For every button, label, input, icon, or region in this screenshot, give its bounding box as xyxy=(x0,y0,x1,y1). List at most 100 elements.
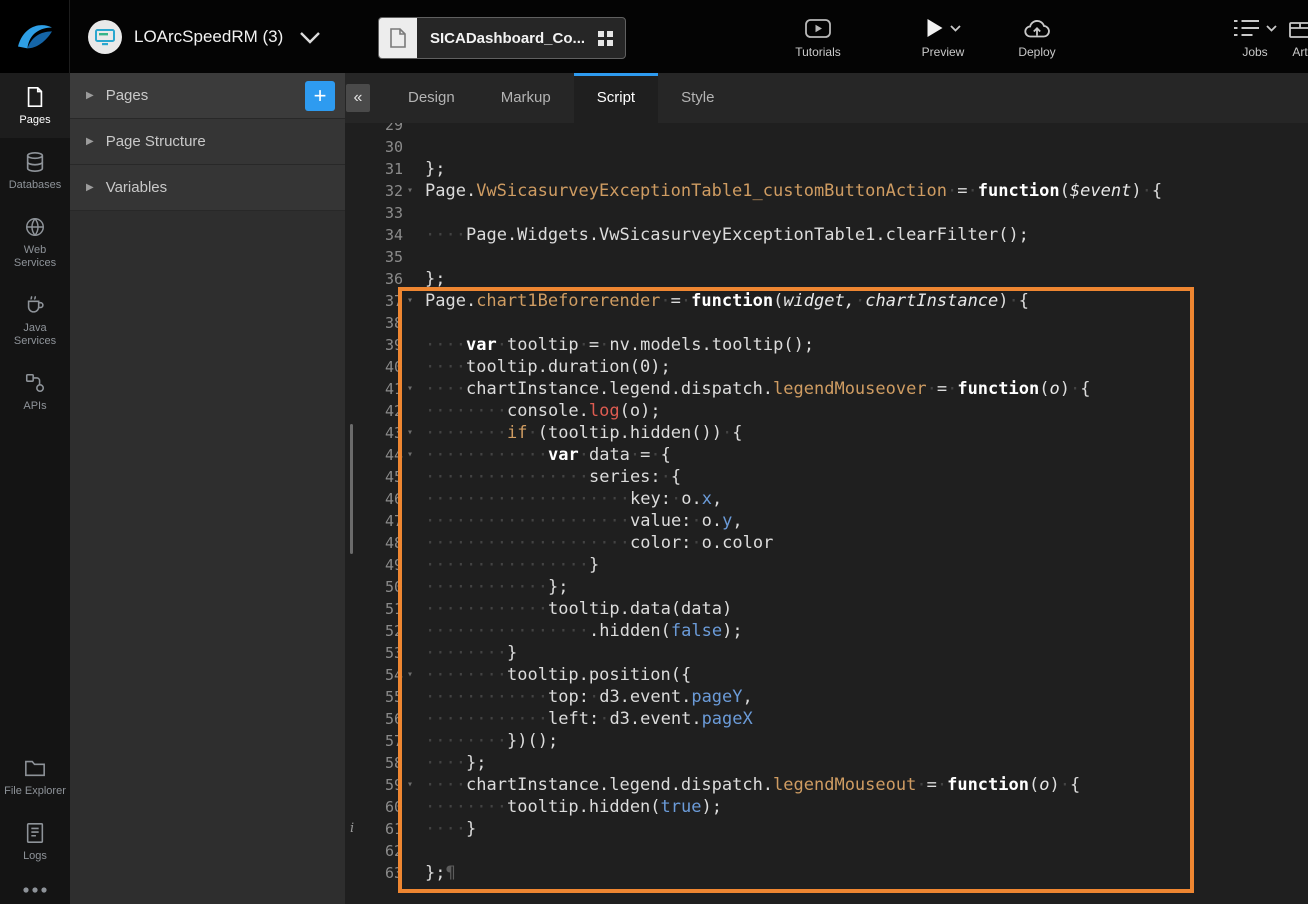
code-text: ············tooltip.data(data) xyxy=(425,599,732,619)
fold-arrow-icon[interactable]: ▾ xyxy=(407,290,413,312)
tab-markup[interactable]: Markup xyxy=(478,73,574,123)
rail-item-databases[interactable]: Databases xyxy=(0,138,70,203)
tutorials-button[interactable]: Tutorials xyxy=(780,16,856,59)
code-line[interactable]: 42········console.log(o); xyxy=(345,400,1308,422)
rail-item-apis[interactable]: APIs xyxy=(0,359,70,424)
code-line[interactable]: 40····tooltip.duration(0); xyxy=(345,356,1308,378)
code-line[interactable]: 39····var·tooltip·=·nv.models.tooltip(); xyxy=(345,334,1308,356)
code-line[interactable]: 56············left:·d3.event.pageX xyxy=(345,708,1308,730)
tutorials-icon xyxy=(805,19,831,38)
code-line[interactable]: 35 xyxy=(345,246,1308,268)
code-line[interactable]: 37▾Page.chart1Beforerender·=·function(wi… xyxy=(345,290,1308,312)
code-line[interactable]: 29 xyxy=(345,123,1308,136)
line-number: 59 xyxy=(345,774,403,796)
web-services-icon xyxy=(24,216,46,238)
preview-icon xyxy=(926,18,944,38)
line-number: 44 xyxy=(345,444,403,466)
wavemaker-logo[interactable] xyxy=(0,0,70,73)
code-line[interactable]: 41▾····chartInstance.legend.dispatch.leg… xyxy=(345,378,1308,400)
rail-item-label: APIs xyxy=(23,400,46,413)
fold-arrow-icon[interactable]: ▾ xyxy=(407,444,413,466)
expander-triangle-icon[interactable]: ▶ xyxy=(86,90,94,101)
rail-item-label: Java Services xyxy=(2,322,68,348)
line-number: 62 xyxy=(345,840,403,862)
preview-button[interactable]: Preview xyxy=(905,16,981,59)
editor-scrollbar-thumb[interactable] xyxy=(350,424,353,554)
rail-item-java-services[interactable]: Java Services xyxy=(0,281,70,359)
code-line[interactable]: 63};¶ xyxy=(345,862,1308,884)
code-line[interactable]: 60········tooltip.hidden(true); xyxy=(345,796,1308,818)
tab-design[interactable]: Design xyxy=(385,73,478,123)
code-text: ········tooltip.hidden(true); xyxy=(425,797,722,817)
line-number: 53 xyxy=(345,642,403,664)
panel-section-variables[interactable]: ▶Variables xyxy=(70,165,345,211)
code-editor[interactable]: 293031};32▾Page.VwSicasurveyExceptionTab… xyxy=(345,123,1308,904)
rail-item-more[interactable] xyxy=(0,874,70,904)
wave-logo-icon xyxy=(16,20,54,54)
fold-arrow-icon[interactable]: ▾ xyxy=(407,664,413,686)
add-page-button[interactable]: + xyxy=(305,81,335,111)
tab-style[interactable]: Style xyxy=(658,73,737,123)
deploy-button[interactable]: Deploy xyxy=(999,16,1075,59)
action-label: Preview xyxy=(922,45,965,59)
code-line[interactable]: 38 xyxy=(345,312,1308,334)
page-tab[interactable]: SICADashboard_Co... xyxy=(378,17,626,59)
code-line[interactable]: 62 xyxy=(345,840,1308,862)
expander-triangle-icon: ▶ xyxy=(86,136,94,147)
tab-script[interactable]: Script xyxy=(574,73,658,123)
code-text: ················series:·{ xyxy=(425,467,681,487)
code-text: ············var·data·=·{ xyxy=(425,445,671,465)
code-text: ············left:·d3.event.pageX xyxy=(425,709,753,729)
apis-icon xyxy=(24,372,46,394)
fold-arrow-icon[interactable]: ▾ xyxy=(407,774,413,796)
rail-item-file-explorer[interactable]: File Explorer xyxy=(0,744,70,809)
code-line[interactable]: 36}; xyxy=(345,268,1308,290)
code-line[interactable]: 57········})(); xyxy=(345,730,1308,752)
rail-item-label: Pages xyxy=(19,114,50,127)
code-text: ····}; xyxy=(425,753,486,773)
code-line[interactable]: 30 xyxy=(345,136,1308,158)
code-line[interactable]: 32▾Page.VwSicasurveyExceptionTable1_cust… xyxy=(345,180,1308,202)
code-line[interactable]: 33 xyxy=(345,202,1308,224)
rail-item-pages[interactable]: Pages xyxy=(0,73,70,138)
panel-section-page-structure[interactable]: ▶Page Structure xyxy=(70,119,345,165)
fold-arrow-icon[interactable]: ▾ xyxy=(407,180,413,202)
editor-area: « DesignMarkupScriptStyle 293031};32▾Pag… xyxy=(345,73,1308,904)
fold-arrow-icon[interactable]: ▾ xyxy=(407,378,413,400)
editor-tabbar: DesignMarkupScriptStyle xyxy=(345,73,1308,123)
code-text: ········console.log(o); xyxy=(425,401,661,421)
fold-arrow-icon[interactable]: ▾ xyxy=(407,422,413,444)
collapse-panel-button[interactable]: « xyxy=(346,84,370,112)
code-line[interactable]: 47····················value:·o.y, xyxy=(345,510,1308,532)
code-line[interactable]: 59▾····chartInstance.legend.dispatch.leg… xyxy=(345,774,1308,796)
top-bar: LOArcSpeedRM (3) SICADashboard_Co... Tut… xyxy=(0,0,1308,73)
code-line[interactable]: 51············tooltip.data(data) xyxy=(345,598,1308,620)
code-line[interactable]: 61i····} xyxy=(345,818,1308,840)
expander-triangle-icon: ▶ xyxy=(86,182,94,193)
code-line[interactable]: 58····}; xyxy=(345,752,1308,774)
code-line[interactable]: 43▾········if·(tooltip.hidden())·{ xyxy=(345,422,1308,444)
code-line[interactable]: 50············}; xyxy=(345,576,1308,598)
artifacts-button[interactable]: Art xyxy=(1262,16,1308,59)
code-text: ········if·(tooltip.hidden())·{ xyxy=(425,423,742,443)
chevron-down-icon[interactable] xyxy=(299,31,321,44)
rail-item-web-services[interactable]: Web Services xyxy=(0,203,70,281)
code-line[interactable]: 48····················color:·o.color xyxy=(345,532,1308,554)
project-selector[interactable]: LOArcSpeedRM (3) xyxy=(88,17,321,57)
code-line[interactable]: 44▾ ············var·data·=·{ xyxy=(345,444,1308,466)
code-line[interactable]: 49················} xyxy=(345,554,1308,576)
code-line[interactable]: 46····················key:·o.x, xyxy=(345,488,1308,510)
rail-item-label: File Explorer xyxy=(4,785,66,798)
project-icon xyxy=(88,20,122,54)
code-line[interactable]: 31}; xyxy=(345,158,1308,180)
grid-icon[interactable] xyxy=(598,31,613,46)
code-line[interactable]: 53········} xyxy=(345,642,1308,664)
code-line[interactable]: 52················.hidden(false); xyxy=(345,620,1308,642)
code-line[interactable]: 45················series:·{ xyxy=(345,466,1308,488)
code-line[interactable]: 34····Page.Widgets.VwSicasurveyException… xyxy=(345,224,1308,246)
database-icon xyxy=(24,151,46,173)
code-line[interactable]: 55············top:·d3.event.pageY, xyxy=(345,686,1308,708)
code-text: }; xyxy=(425,269,445,289)
rail-item-logs[interactable]: Logs xyxy=(0,809,70,874)
code-line[interactable]: 54▾········tooltip.position({ xyxy=(345,664,1308,686)
